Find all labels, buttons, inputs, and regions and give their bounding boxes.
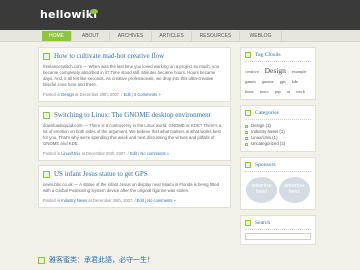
widget-bullet-icon [245, 162, 251, 168]
tag-link[interactable]: kde [292, 79, 298, 84]
search-input[interactable] [245, 233, 311, 240]
widget-title: Categories [255, 110, 279, 116]
tag-link[interactable]: linux [245, 89, 254, 94]
site-logo[interactable]: hellowiki [40, 8, 97, 21]
post: How to cultivate mad-hot creative flow f… [38, 47, 231, 102]
tag-link[interactable]: ui [287, 89, 290, 94]
widget-header: Tag Clouds [245, 52, 311, 62]
search-widget: Search [240, 215, 316, 245]
meta-prefix: Posted in [43, 151, 61, 156]
post-header: US infant Jesus statue to get GPS [43, 170, 226, 178]
post-excerpt: news.bbc.co.uk — A statue of the infant … [43, 182, 220, 193]
widget-header: Sponsors [245, 162, 311, 172]
tag-cloud-widget: Tag Clouds creative Design example games… [240, 47, 316, 100]
category-item[interactable]: Uncategorized (2) [245, 141, 311, 147]
post-excerpt: downloadsquad.com — There is a controver… [43, 123, 222, 146]
sidebar: Tag Clouds creative Design example games… [240, 47, 316, 250]
edit-link[interactable]: Edit [137, 198, 144, 203]
nav-archives[interactable]: ARCHIVES [110, 31, 152, 41]
sponsors-widget: Sponsors advertise here! advertise here! [240, 157, 316, 210]
post: Switching to Linux: The GNOME desktop en… [38, 106, 231, 161]
tag-link[interactable]: gps [280, 79, 286, 84]
post-bullet-icon [38, 256, 45, 264]
widget-header: Categories [245, 110, 311, 120]
comments-link[interactable]: 2 Comments » [134, 92, 161, 97]
widget-bullet-icon [245, 110, 251, 116]
post-meta: Posted in Industry News at December 26th… [43, 198, 176, 203]
bullet-icon [245, 130, 248, 134]
post-header: How to cultivate mad-hot creative flow [43, 52, 226, 60]
post-bullet-icon [43, 52, 50, 60]
nav-resources[interactable]: RESOURCES [192, 31, 240, 41]
logo-bubble-icon [90, 9, 98, 14]
post: US infant Jesus statue to get GPS news.b… [38, 165, 231, 208]
category-label[interactable]: Uncategorized (2) [251, 141, 285, 147]
bullet-icon [245, 124, 248, 128]
meta-prefix: Posted in [43, 92, 61, 97]
nav-articles[interactable]: ARTICLES [152, 31, 192, 41]
widget-title: Tag Clouds [255, 52, 281, 58]
widget-bullet-icon [245, 220, 251, 226]
widget-bullet-icon [245, 52, 251, 58]
widget-title: Search [255, 220, 271, 226]
edit-link[interactable]: Edit [130, 151, 137, 156]
post-title[interactable]: 雅客蜜类：承君此語，必守一生！ [49, 255, 154, 265]
post-category-link[interactable]: Linux/Unix [61, 151, 80, 156]
nav-about[interactable]: ABOUT [72, 31, 110, 41]
post-title[interactable]: US infant Jesus statue to get GPS [54, 170, 148, 178]
post-title[interactable]: Switching to Linux: The GNOME desktop en… [54, 111, 211, 119]
bullet-icon [245, 142, 248, 146]
edit-link[interactable]: Edit [124, 92, 131, 97]
post-title[interactable]: How to cultivate mad-hot creative flow [54, 52, 164, 60]
nav-weblog[interactable]: WEBLOG [240, 31, 282, 41]
ad-slot[interactable]: advertise here! [279, 177, 310, 203]
post-excerpt: freelanceswitch.com — When was the last … [43, 64, 220, 87]
post-meta: Posted in Linux/Unix at December 26th, 2… [43, 151, 170, 156]
post-header: Switching to Linux: The GNOME desktop en… [43, 111, 226, 119]
bullet-icon [245, 136, 248, 140]
post-date: at December 26th, 2007. / [81, 151, 129, 156]
post-meta: Posted in Design at December 26th, 2007.… [43, 92, 161, 97]
post-date: at December 26th, 2007. / [88, 198, 136, 203]
main-nav: HOME ABOUT ARCHIVES ARTICLES RESOURCES W… [42, 31, 282, 41]
tag-link[interactable]: work [296, 89, 305, 94]
tag-link[interactable]: games [245, 79, 256, 84]
post-category-link[interactable]: Design [61, 92, 74, 97]
widget-header: Search [245, 220, 311, 230]
tag-link[interactable]: psp [275, 89, 281, 94]
post-date: at December 26th, 2007. / [75, 92, 123, 97]
categories-widget: Categories Design (1) Industry News (1) … [240, 105, 316, 152]
post-header: 雅客蜜类：承君此語，必守一生！ [38, 255, 154, 265]
tag-link[interactable]: example [292, 69, 307, 74]
post-category-link[interactable]: Industry News [61, 198, 87, 203]
tag-link[interactable]: news [260, 89, 269, 94]
top-bar: hellowiki [0, 0, 360, 30]
tag-link[interactable]: gnome [262, 79, 274, 84]
post-bullet-icon [43, 170, 50, 178]
post-bullet-icon [43, 111, 50, 119]
nav-home[interactable]: HOME [42, 31, 72, 41]
post-list: How to cultivate mad-hot creative flow f… [38, 47, 231, 212]
tag-link[interactable]: creative [245, 69, 259, 74]
ad-slot[interactable]: advertise here! [246, 177, 277, 203]
comments-link[interactable]: No comments » [147, 198, 176, 203]
ad-slots: advertise here! advertise here! [245, 175, 311, 205]
tag-cloud: creative Design example games gnome gps … [245, 65, 311, 95]
meta-prefix: Posted in [43, 198, 61, 203]
comments-link[interactable]: No comments » [140, 151, 169, 156]
widget-title: Sponsors [255, 162, 276, 168]
tag-link[interactable]: Design [265, 66, 286, 75]
